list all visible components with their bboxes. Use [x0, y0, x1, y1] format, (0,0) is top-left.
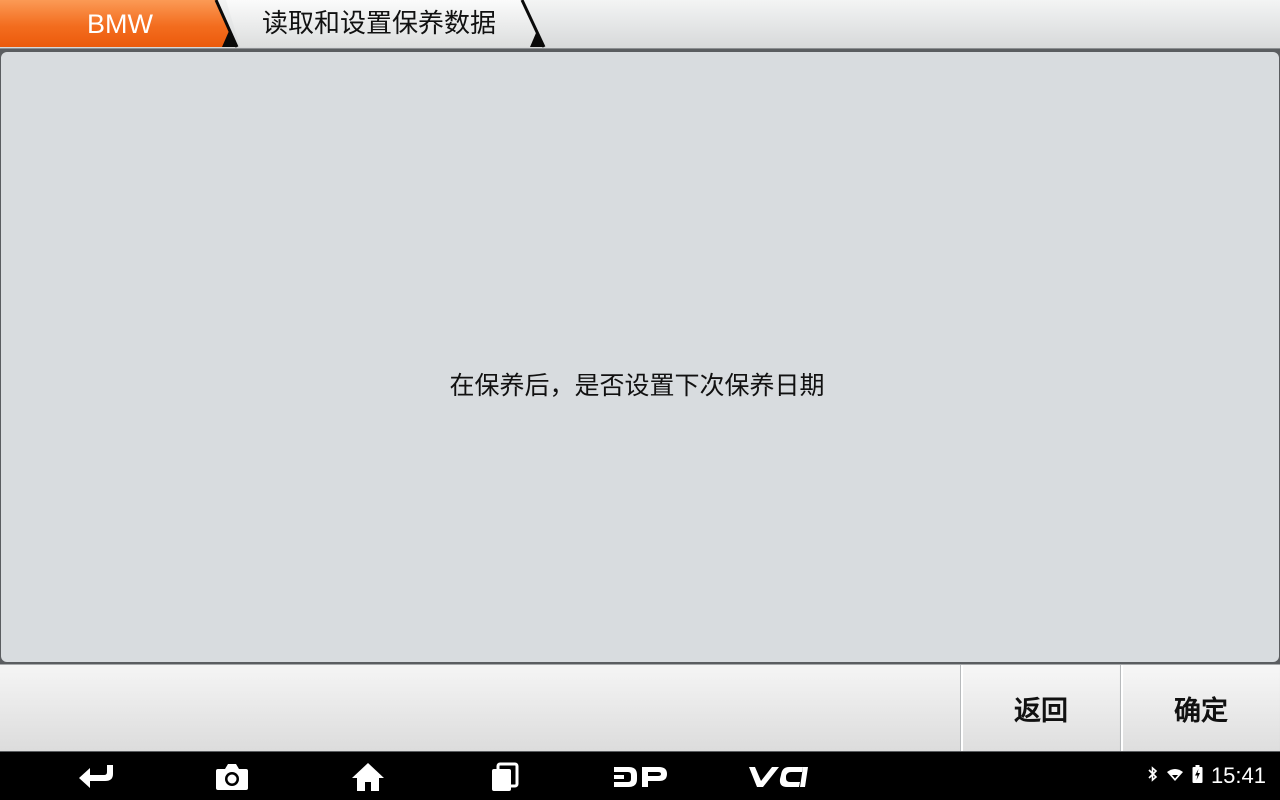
- prompt-message: 在保养后，是否设置下次保养日期: [449, 371, 825, 400]
- back-icon[interactable]: [77, 760, 117, 794]
- confirm-button[interactable]: 确定: [1121, 665, 1279, 751]
- app-root: BMW 读取和设置保养数据 在保养后，是否设置下次保养日期 返回 确定 15:4…: [0, 0, 1280, 800]
- message-panel: 在保养后，是否设置下次保养日期: [1, 52, 1279, 662]
- page-title: 读取和设置保养数据: [262, 9, 497, 39]
- status-clock: 15:41: [1210, 763, 1266, 788]
- dp-icon[interactable]: [610, 760, 670, 794]
- action-bar: 返回 确定: [0, 664, 1280, 751]
- battery-charging-icon: [1192, 765, 1203, 787]
- vci-icon[interactable]: [744, 760, 810, 794]
- wifi-icon: [1166, 767, 1184, 786]
- recent-apps-icon[interactable]: [484, 760, 524, 794]
- breadcrumb-item-brand[interactable]: BMW: [0, 0, 240, 48]
- status-area: 15:41: [1148, 762, 1266, 790]
- camera-icon[interactable]: [212, 760, 252, 794]
- breadcrumb: BMW 读取和设置保养数据: [0, 0, 1280, 49]
- back-button[interactable]: 返回: [961, 665, 1119, 751]
- system-nav-bar: 15:41: [0, 752, 1280, 800]
- bluetooth-icon: [1148, 766, 1158, 786]
- home-icon[interactable]: [348, 760, 388, 794]
